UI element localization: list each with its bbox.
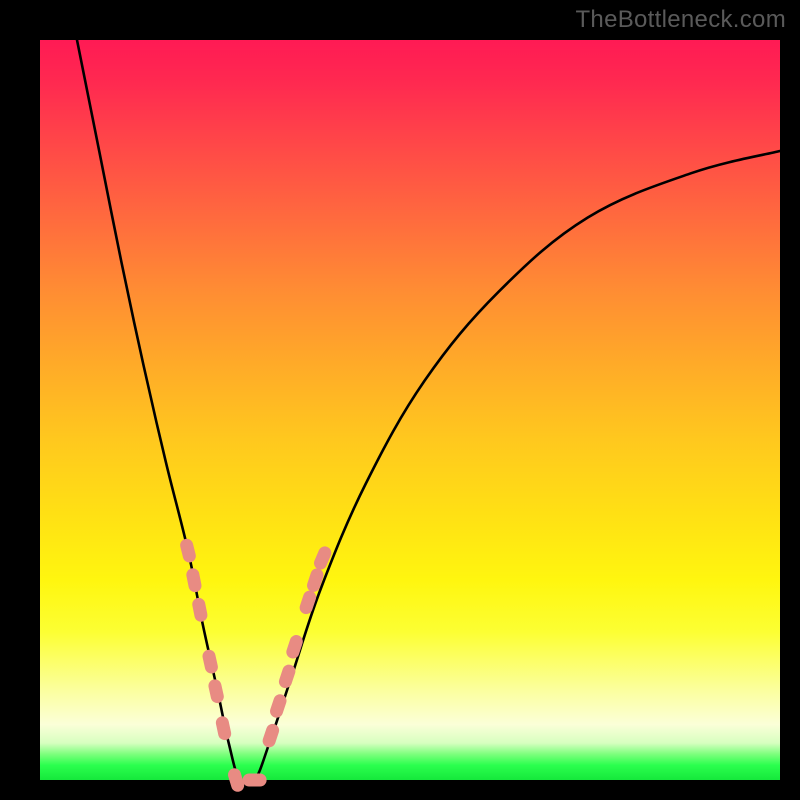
highlight-dot: [215, 715, 233, 741]
plot-area: [40, 40, 780, 780]
highlight-dot: [261, 722, 281, 749]
watermark-text: TheBottleneck.com: [575, 6, 786, 34]
highlight-dot: [179, 537, 197, 563]
highlight-dot: [207, 678, 225, 704]
highlight-dot: [191, 597, 208, 623]
highlight-dots: [179, 537, 334, 793]
highlight-dot: [243, 774, 267, 787]
highlight-dot: [305, 567, 325, 594]
highlight-dot: [185, 567, 202, 593]
bottleneck-curve: [77, 40, 780, 785]
highlight-dot: [201, 648, 219, 674]
outer-frame: TheBottleneck.com: [0, 0, 800, 800]
chart-overlay: [40, 40, 780, 780]
